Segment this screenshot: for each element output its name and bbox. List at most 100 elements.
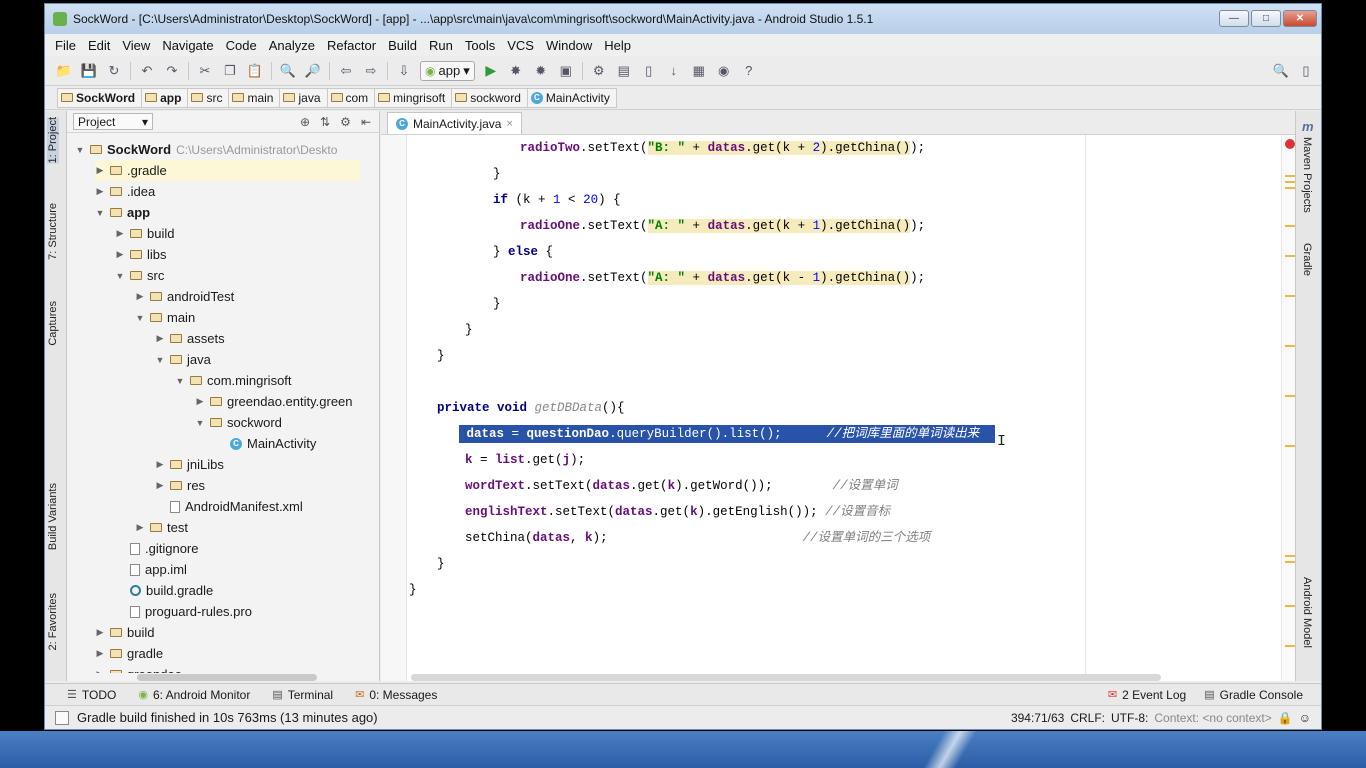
menu-navigate[interactable]: Navigate	[162, 38, 213, 53]
collapsed-arrow-icon[interactable]: ▶	[95, 669, 105, 673]
status-message[interactable]: Gradle build finished in 10s 763ms (13 m…	[77, 710, 378, 725]
tree-item[interactable]: ▶ .idea	[95, 181, 156, 202]
tree-item[interactable]: ▼ java	[155, 349, 211, 370]
back-icon[interactable]: ⇦	[337, 62, 355, 80]
tree-item[interactable]: ▶ .gradle	[95, 160, 360, 181]
lock-icon[interactable]: 🔒	[1278, 711, 1293, 725]
tab-maven-projects[interactable]: Maven Projects	[1301, 137, 1313, 213]
open-folder-icon[interactable]: 📁	[55, 62, 73, 80]
expanded-arrow-icon[interactable]: ▼	[95, 208, 105, 218]
tab-gradle-console[interactable]: ▤ Gradle Console	[1204, 688, 1303, 702]
debug-icon[interactable]: ✸	[507, 62, 525, 80]
crumb-main[interactable]: main	[229, 87, 281, 108]
paste-icon[interactable]: 📋	[246, 62, 264, 80]
expanded-arrow-icon[interactable]: ▼	[135, 313, 145, 323]
hide-panel-icon[interactable]: ⇤	[361, 115, 371, 129]
tree-item[interactable]: ▼ main	[135, 307, 196, 328]
tab-gradle[interactable]: Gradle	[1301, 243, 1313, 276]
tree-item[interactable]: app.iml	[115, 559, 187, 580]
crumb-app[interactable]: app	[142, 87, 189, 108]
crumb-mingrisoft[interactable]: mingrisoft	[375, 87, 453, 108]
help-icon[interactable]: ?	[740, 62, 758, 80]
tree-item[interactable]: build.gradle	[115, 580, 213, 601]
redo-icon[interactable]: ↷	[163, 62, 181, 80]
project-view-select[interactable]: Project ▾	[73, 113, 153, 130]
tree-item[interactable]: ▼ app	[95, 202, 151, 223]
collapsed-arrow-icon[interactable]: ▶	[115, 249, 125, 260]
minimize-button[interactable]: —	[1219, 10, 1249, 27]
collapsed-arrow-icon[interactable]: ▶	[95, 627, 105, 638]
find-icon[interactable]: 🔍	[279, 62, 297, 80]
undo-icon[interactable]: ↶	[138, 62, 156, 80]
sync-gradle-icon[interactable]: ▤	[615, 62, 633, 80]
close-button[interactable]: ✕	[1283, 10, 1317, 27]
editor-horizontal-scrollbar[interactable]	[411, 674, 1161, 681]
replace-icon[interactable]: 🔎	[304, 62, 322, 80]
close-tab-icon[interactable]: ×	[506, 118, 512, 130]
run-icon[interactable]: ▶	[482, 62, 500, 80]
collapse-all-icon[interactable]: ⇅	[320, 115, 330, 129]
tab-terminal[interactable]: ▤ Terminal	[272, 688, 333, 702]
collapsed-arrow-icon[interactable]: ▶	[155, 480, 165, 491]
tab-favorites[interactable]: 2: Favorites	[47, 593, 59, 650]
stop-icon[interactable]: ▣	[557, 62, 575, 80]
expanded-arrow-icon[interactable]: ▼	[195, 418, 205, 428]
forward-icon[interactable]: ⇨	[362, 62, 380, 80]
expanded-arrow-icon[interactable]: ▼	[75, 145, 85, 155]
collapsed-arrow-icon[interactable]: ▶	[95, 186, 105, 197]
editor-gutter[interactable]	[381, 135, 407, 681]
tab-project[interactable]: 1: Project	[47, 117, 59, 164]
menu-view[interactable]: View	[122, 38, 150, 53]
sync-icon[interactable]: ↻	[105, 62, 123, 80]
line-separator[interactable]: CRLF:	[1070, 711, 1105, 725]
make-project-icon[interactable]: ⇩	[395, 62, 413, 80]
tree-item[interactable]: .gitignore	[115, 538, 198, 559]
menu-edit[interactable]: Edit	[88, 38, 110, 53]
tree-item[interactable]: ▶ build	[95, 622, 155, 643]
menu-build[interactable]: Build	[388, 38, 417, 53]
menu-code[interactable]: Code	[226, 38, 257, 53]
error-indicator-icon[interactable]	[1285, 139, 1295, 149]
tab-structure[interactable]: 7: Structure	[47, 203, 59, 260]
device-monitor-icon[interactable]: ▦	[690, 62, 708, 80]
cut-icon[interactable]: ✂	[196, 62, 214, 80]
crumb-sockword[interactable]: SockWord	[57, 87, 143, 108]
tree-item[interactable]: ▶ greendao	[95, 664, 182, 673]
tab-android-model[interactable]: Android Model	[1301, 577, 1313, 648]
sync-scroll-icon[interactable]: ⊕	[300, 115, 310, 129]
copy-icon[interactable]: ❐	[221, 62, 239, 80]
tab-todo[interactable]: ☰ TODO	[67, 688, 116, 702]
project-structure-icon[interactable]: ⚙	[590, 62, 608, 80]
menu-refactor[interactable]: Refactor	[327, 38, 376, 53]
tree-item[interactable]: proguard-rules.pro	[115, 601, 252, 622]
attach-debugger-icon[interactable]: ✹	[532, 62, 550, 80]
tree-item[interactable]: ▶ gradle	[95, 643, 164, 664]
collapsed-arrow-icon[interactable]: ▶	[155, 333, 165, 344]
menu-run[interactable]: Run	[429, 38, 453, 53]
expanded-arrow-icon[interactable]: ▼	[155, 355, 165, 365]
menu-help[interactable]: Help	[604, 38, 631, 53]
collapsed-arrow-icon[interactable]: ▶	[95, 648, 105, 659]
tree-item[interactable]: ▶ jniLibs	[155, 454, 224, 475]
inspector-icon[interactable]: ☺	[1299, 711, 1311, 725]
tree-item[interactable]: ▶ androidTest	[135, 286, 235, 307]
tab-mainactivity[interactable]: C MainActivity.java ×	[387, 112, 522, 134]
tree-item[interactable]: C MainActivity	[215, 433, 316, 454]
maximize-button[interactable]: □	[1251, 10, 1281, 27]
tree-item[interactable]: ▼ sockword	[195, 412, 282, 433]
collapsed-arrow-icon[interactable]: ▶	[95, 165, 105, 176]
context-indicator[interactable]: Context: <no context>	[1154, 711, 1271, 725]
code-area[interactable]: radioTwo.setText("B: " + datas.get(k + 2…	[407, 135, 1271, 681]
tree-item[interactable]: AndroidManifest.xml	[155, 496, 303, 517]
caret-position[interactable]: 394:71/63	[1011, 711, 1064, 725]
tab-messages[interactable]: ✉ 0: Messages	[355, 688, 437, 702]
tree-item[interactable]: ▶ libs	[115, 244, 167, 265]
crumb-com[interactable]: com	[327, 87, 376, 108]
tab-android-monitor[interactable]: ◉ 6: Android Monitor	[138, 688, 250, 702]
crumb-sockword-package[interactable]: sockword	[452, 87, 528, 108]
search-everywhere-icon[interactable]: 🔍	[1272, 62, 1290, 80]
collapsed-arrow-icon[interactable]: ▶	[135, 522, 145, 533]
tab-build-variants[interactable]: Build Variants	[47, 483, 59, 550]
expanded-arrow-icon[interactable]: ▼	[175, 376, 185, 386]
crumb-java[interactable]: java	[280, 87, 328, 108]
